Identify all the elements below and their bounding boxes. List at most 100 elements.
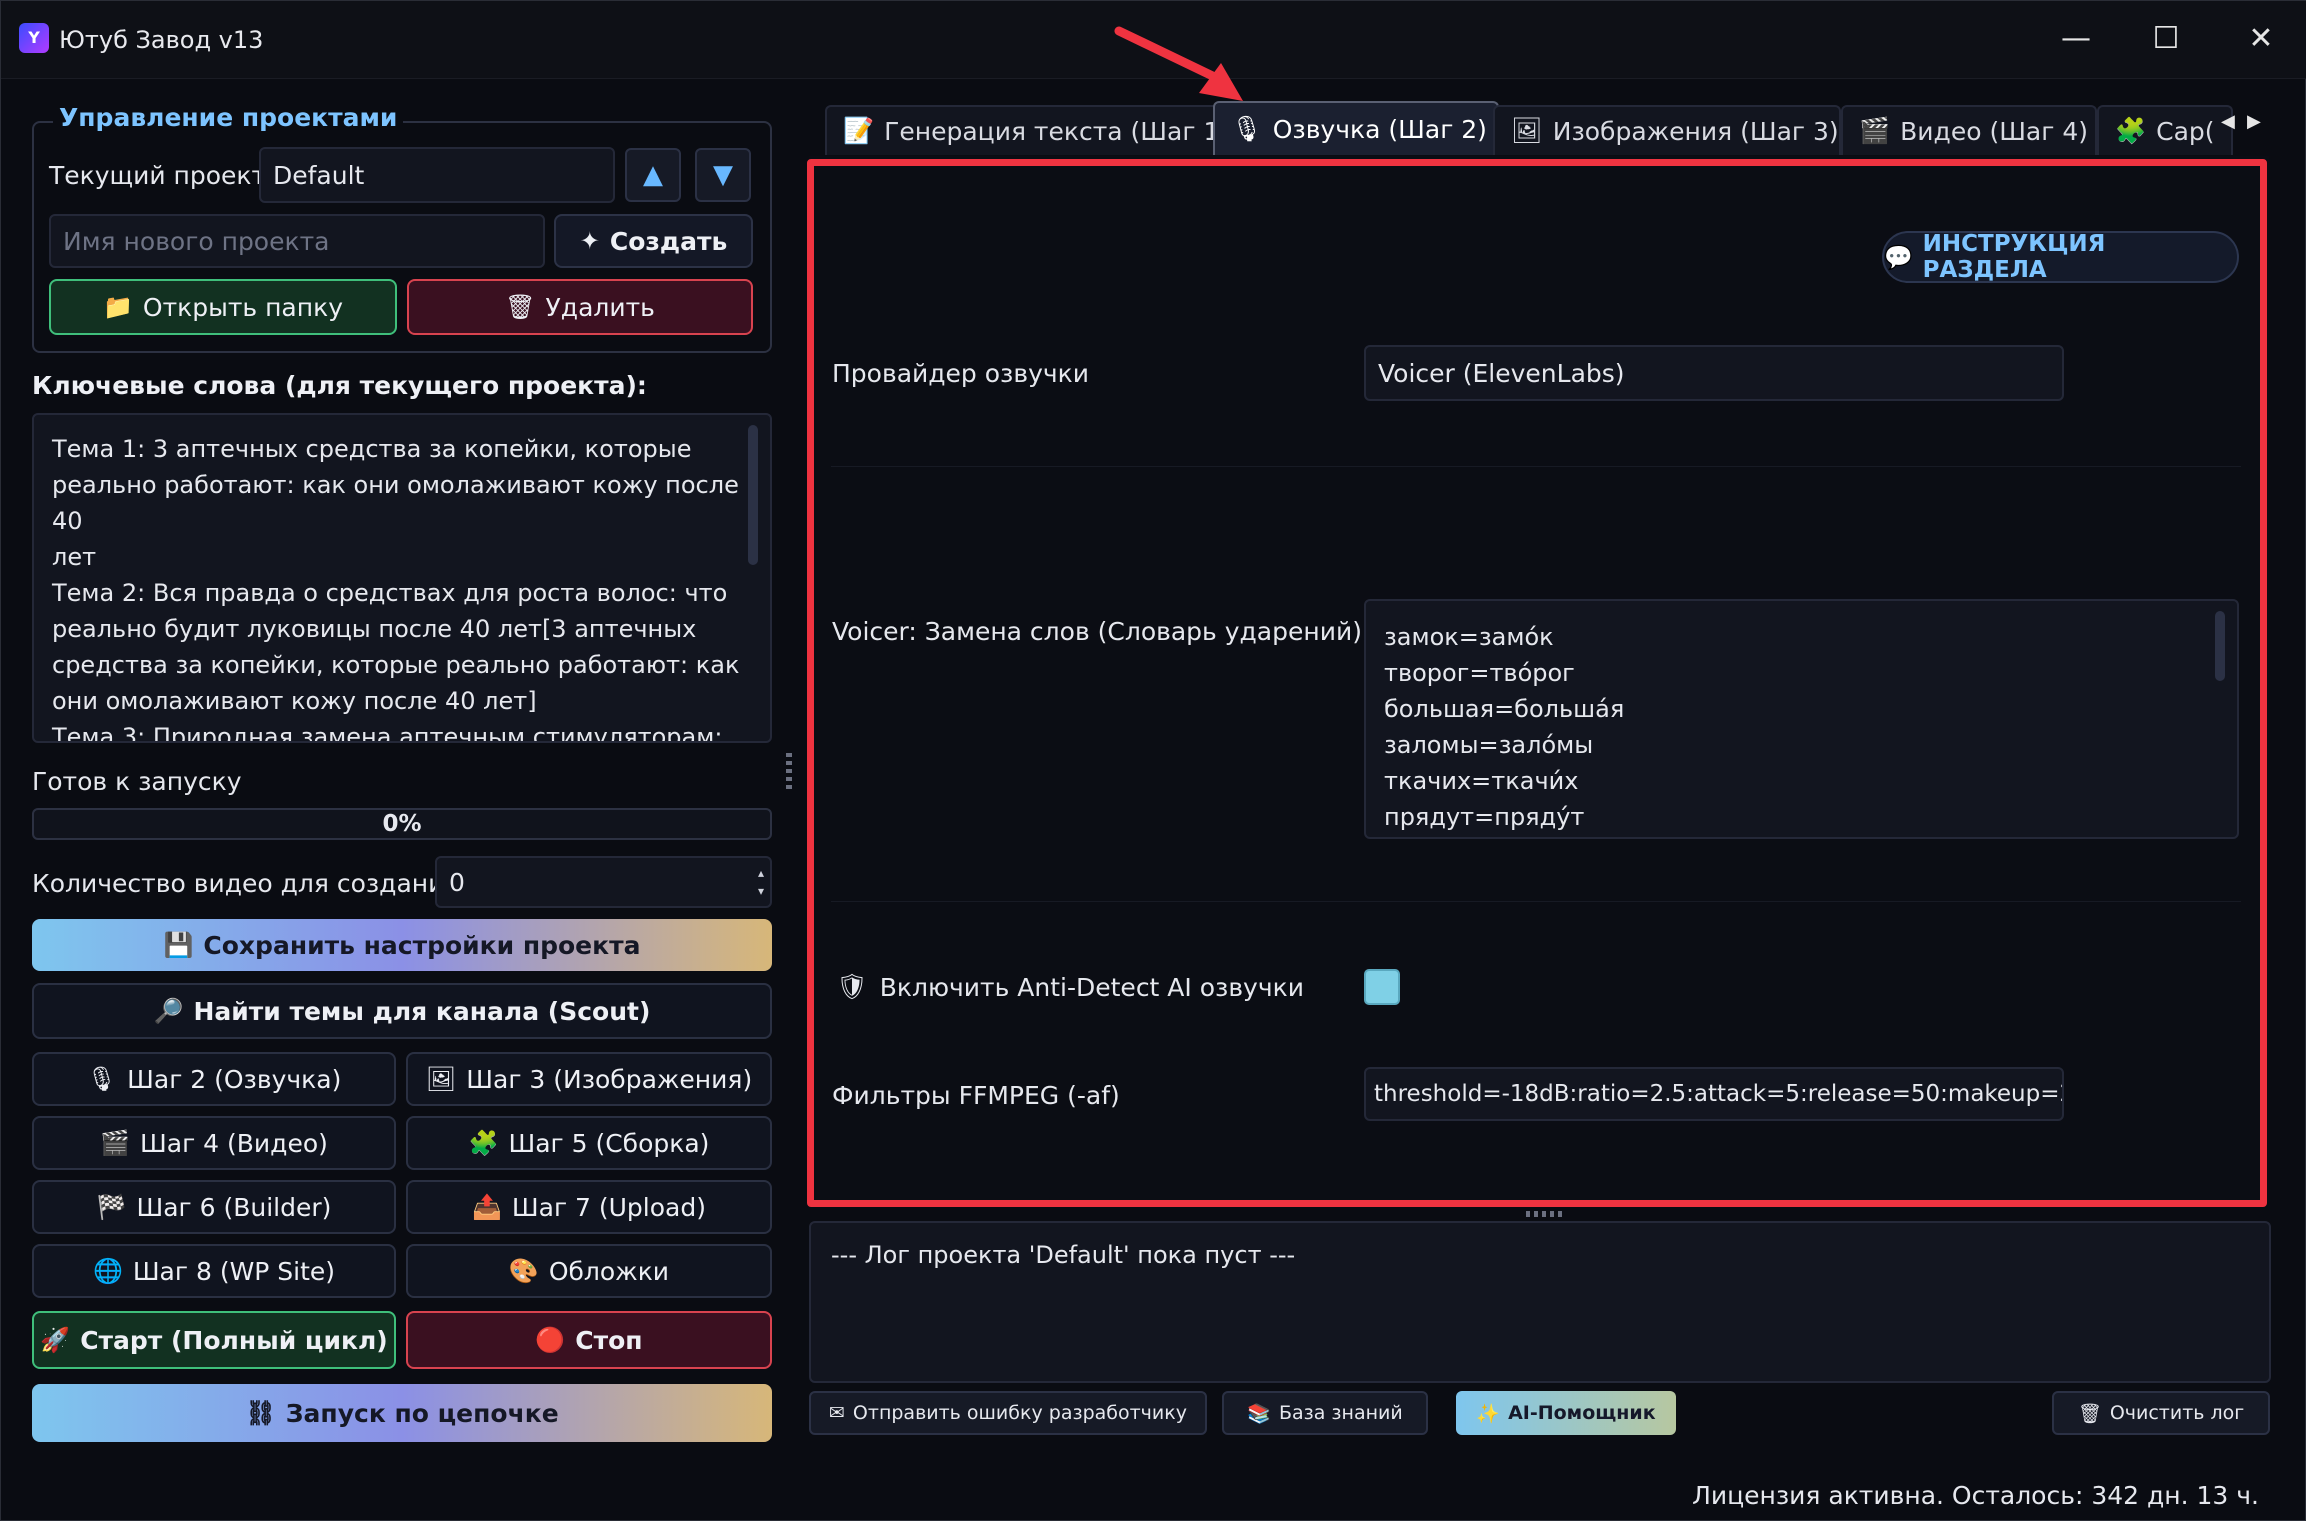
create-label: Создать <box>609 226 728 256</box>
scout-button[interactable]: 🔎 Найти темы для канала (Scout) <box>32 983 772 1039</box>
divider <box>831 901 2241 902</box>
floppy-icon: 💾 <box>163 931 194 959</box>
arrow-up-icon: ▲ <box>643 160 663 190</box>
step6-label: Шаг 6 (Builder) <box>136 1192 332 1222</box>
upload-tray-icon: 📤 <box>472 1193 502 1221</box>
step3-button[interactable]: 🖼 Шаг 3 (Изображения) <box>406 1052 772 1106</box>
step8-button[interactable]: 🌐 Шаг 8 (WP Site) <box>32 1244 396 1298</box>
clear-log-button[interactable]: 🗑 Очистить лог <box>2052 1391 2270 1435</box>
clapperboard-icon: 🎬 <box>1859 116 1891 145</box>
instruction-label: ИНСТРУКЦИЯ РАЗДЕЛА <box>1922 231 2106 283</box>
project-group-title: Управление проектами <box>53 103 404 132</box>
tab-text-generation[interactable]: 📝 Генерация текста (Шаг 1) <box>825 105 1219 155</box>
tab-scroll-left-icon[interactable]: ◀ <box>2221 111 2235 132</box>
tab-voiceover[interactable]: 🎙 Озвучка (Шаг 2) <box>1213 101 1499 155</box>
step5-label: Шаг 5 (Сборка) <box>508 1128 710 1158</box>
save-settings-label: Сохранить настройки проекта <box>203 930 641 960</box>
word-replace-scrollbar[interactable] <box>2215 611 2225 681</box>
knowledge-base-button[interactable]: 📚 База знаний <box>1222 1391 1428 1435</box>
report-error-label: Отправить ошибку разработчику <box>852 1402 1187 1424</box>
antidetect-row: 🛡 Включить Anti-Detect AI озвучки <box>836 972 1304 1002</box>
delete-label: Удалить <box>545 292 655 322</box>
minimize-button[interactable]: — <box>2041 15 2111 63</box>
project-up-button[interactable]: ▲ <box>625 148 681 202</box>
speech-bubble-icon: 💬 <box>1884 244 1913 271</box>
step6-button[interactable]: 🏁 Шаг 6 (Builder) <box>32 1180 396 1234</box>
current-project-select[interactable]: Default <box>259 147 615 203</box>
video-count-spinbox[interactable]: 0 ▴ ▾ <box>435 856 772 908</box>
panel-splitter-handle[interactable] <box>786 753 792 793</box>
video-count-label: Количество видео для создания: <box>32 869 468 898</box>
step2-button[interactable]: 🎙 Шаг 2 (Озвучка) <box>32 1052 396 1106</box>
save-settings-button[interactable]: 💾 Сохранить настройки проекта <box>32 919 772 971</box>
license-status: Лицензия активна. Осталось: 342 дн. 13 ч… <box>1692 1481 2259 1510</box>
covers-label: Обложки <box>548 1256 670 1286</box>
step4-label: Шаг 4 (Видео) <box>140 1128 328 1158</box>
open-folder-label: Открыть папку <box>142 292 343 322</box>
antidetect-checkbox[interactable] <box>1364 969 1400 1005</box>
puzzle-icon: 🧩 <box>2115 116 2147 145</box>
palette-icon: 🎨 <box>508 1257 539 1285</box>
trash-icon: 🗑 <box>505 293 536 321</box>
magnifier-icon: 🔎 <box>153 997 184 1025</box>
step5-button[interactable]: 🧩 Шаг 5 (Сборка) <box>406 1116 772 1170</box>
divider <box>831 466 2241 467</box>
tab-label: Генерация текста (Шаг 1) <box>884 116 1219 146</box>
chain-run-button[interactable]: ⛓ Запуск по цепочке <box>32 1384 772 1442</box>
tab-label: Сар( <box>2156 116 2215 146</box>
spin-arrows-icon[interactable]: ▴ ▾ <box>758 864 764 900</box>
tab-video[interactable]: 🎬 Видео (Шаг 4) <box>1841 105 2097 155</box>
delete-project-button[interactable]: 🗑 Удалить <box>407 279 753 335</box>
create-project-button[interactable]: ✦ Создать <box>554 214 753 268</box>
word-replace-textarea[interactable]: замок=замо́к творог=тво́рог большая=боль… <box>1364 599 2239 839</box>
keywords-textarea[interactable]: Тема 1: 3 аптечных средства за копейки, … <box>32 413 772 743</box>
covers-button[interactable]: 🎨 Обложки <box>406 1244 772 1298</box>
project-down-button[interactable]: ▼ <box>695 148 751 202</box>
envelope-icon: ✉ <box>829 1402 845 1424</box>
keywords-scrollbar[interactable] <box>748 425 758 565</box>
tab-images[interactable]: 🖼 Изображения (Шаг 3) <box>1493 105 1841 155</box>
log-panel[interactable]: --- Лог проекта 'Default' пока пуст --- <box>809 1221 2271 1383</box>
stop-label: Стоп <box>575 1325 643 1355</box>
open-folder-button[interactable]: 📁 Открыть папку <box>49 279 397 335</box>
tab-label: Видео (Шаг 4) <box>1900 116 2088 146</box>
tab-bar: 📝 Генерация текста (Шаг 1) 🎙 Озвучка (Ша… <box>811 101 2269 155</box>
ready-status-label: Готов к запуску <box>32 767 242 796</box>
tab-label: Изображения (Шаг 3) <box>1552 116 1839 146</box>
step4-button[interactable]: 🎬 Шаг 4 (Видео) <box>32 1116 396 1170</box>
vertical-splitter-handle[interactable] <box>1526 1211 1566 1217</box>
rocket-icon: 🚀 <box>40 1326 71 1354</box>
new-project-name-input[interactable]: Имя нового проекта <box>49 214 545 268</box>
tab-assembly[interactable]: 🧩 Сар( <box>2097 105 2233 155</box>
maximize-button[interactable]: ☐ <box>2131 15 2201 63</box>
close-button[interactable]: ✕ <box>2226 15 2296 63</box>
progress-bar: 0% <box>32 808 772 840</box>
keywords-title: Ключевые слова (для текущего проекта): <box>32 371 647 400</box>
step2-label: Шаг 2 (Озвучка) <box>127 1064 342 1094</box>
video-count-input[interactable]: 0 <box>435 856 772 908</box>
ffmpeg-label: Фильтры FFMPEG (-af) <box>832 1081 1120 1110</box>
tab-scroll-right-icon[interactable]: ▶ <box>2247 111 2261 132</box>
sparkle-icon: ✦ <box>579 227 600 255</box>
ai-assistant-label: AI-Помощник <box>1508 1402 1656 1424</box>
microphone-icon: 🎙 <box>1231 114 1263 143</box>
log-text: --- Лог проекта 'Default' пока пуст --- <box>831 1241 1296 1269</box>
ai-assistant-button[interactable]: ✨ AI-Помощник <box>1456 1391 1676 1435</box>
ffmpeg-filters-input[interactable]: threshold=-18dB:ratio=2.5:attack=5:relea… <box>1364 1067 2064 1121</box>
provider-select[interactable]: Voicer (ElevenLabs) <box>1364 345 2064 401</box>
stop-button[interactable]: 🔴 Стоп <box>406 1311 772 1369</box>
provider-label: Провайдер озвучки <box>832 359 1089 388</box>
step7-button[interactable]: 📤 Шаг 7 (Upload) <box>406 1180 772 1234</box>
books-icon: 📚 <box>1247 1402 1271 1425</box>
section-instruction-button[interactable]: 💬 ИНСТРУКЦИЯ РАЗДЕЛА <box>1882 231 2239 283</box>
globe-icon: 🌐 <box>92 1257 123 1285</box>
word-replace-label: Voicer: Замена слов (Словарь ударений) <box>832 617 1362 646</box>
start-label: Старт (Полный цикл) <box>80 1325 388 1355</box>
keywords-text: Тема 1: 3 аптечных средства за копейки, … <box>52 435 740 743</box>
picture-icon: 🖼 <box>1511 116 1543 145</box>
start-full-cycle-button[interactable]: 🚀 Старт (Полный цикл) <box>32 1311 396 1369</box>
red-circle-icon: 🔴 <box>535 1326 566 1354</box>
clapperboard-icon: 🎬 <box>100 1129 131 1157</box>
step8-label: Шаг 8 (WP Site) <box>132 1256 336 1286</box>
report-error-button[interactable]: ✉ Отправить ошибку разработчику <box>809 1391 1207 1435</box>
